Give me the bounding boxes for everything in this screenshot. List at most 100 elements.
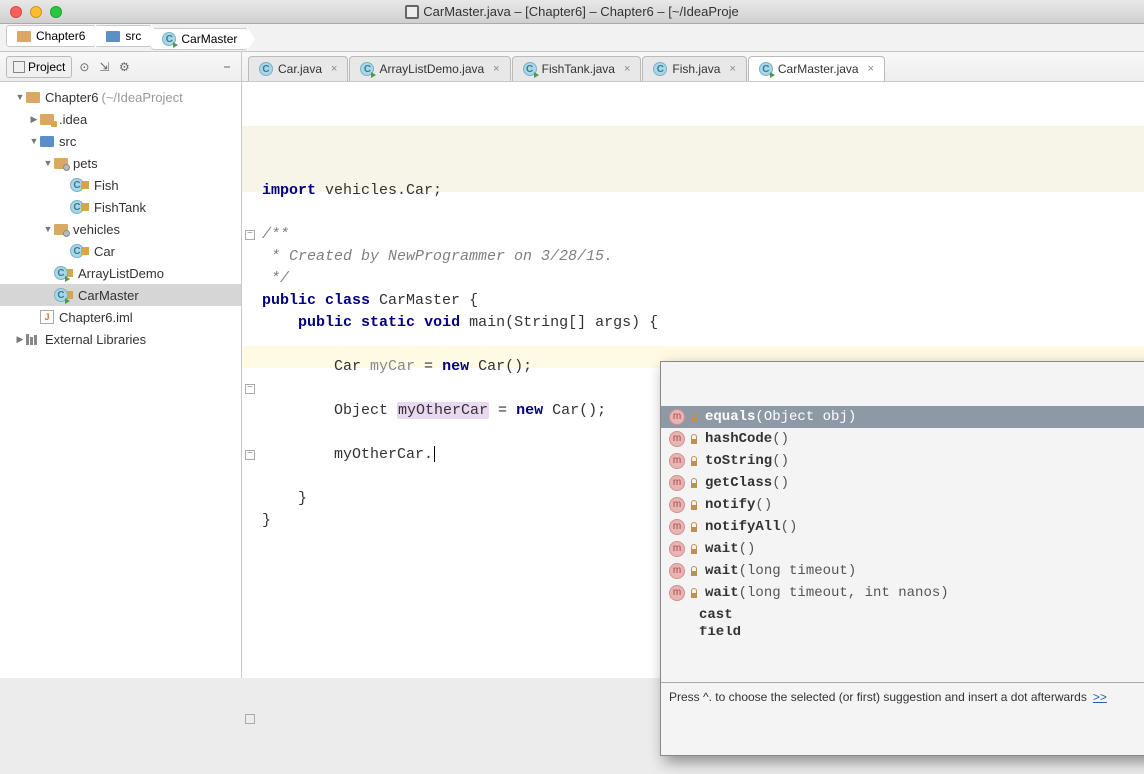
method-signature: wait(long timeout) [705, 560, 856, 582]
autocomplete-item[interactable]: mwait(long timeout, int nanos)void [661, 582, 1144, 604]
project-tab-label: Project [28, 60, 65, 74]
editor-area: C Car.java × C ArrayListDemo.java × C FishTank.… [242, 52, 1144, 678]
class-icon: C [653, 62, 667, 76]
editor-tab[interactable]: CCarMaster.java× [748, 56, 885, 81]
tree-node[interactable]: Chapter6 (~/IdeaProject [0, 86, 241, 108]
tree-node-label: Chapter6.iml [59, 310, 133, 325]
tab-close-icon[interactable]: × [493, 63, 499, 75]
autocomplete-more-link[interactable]: >> [1093, 686, 1107, 708]
minimize-window-button[interactable] [30, 6, 42, 18]
runnable-class-icon: C [54, 266, 68, 280]
package-icon [54, 158, 68, 169]
lock-icon [689, 588, 699, 598]
tree-twisty[interactable] [14, 334, 26, 345]
tree-node-extra: (~/IdeaProject [101, 90, 182, 105]
autocomplete-item[interactable]: fieldmyField = expr; [661, 626, 1144, 638]
code-editor[interactable]: import vehicles.Car; /** * Created by Ne… [242, 82, 1144, 678]
hide-icon[interactable]: ⎯ [219, 59, 235, 75]
project-tool-window: Project ⊙ ⇲ ⚙ ⎯ Chapter6 (~/IdeaProject.… [0, 52, 242, 678]
class-icon: C [759, 62, 773, 76]
tree-twisty[interactable] [28, 114, 40, 125]
close-window-button[interactable] [10, 6, 22, 18]
lock-icon [81, 247, 89, 255]
tree-node[interactable]: C Fish [0, 174, 241, 196]
tree-twisty[interactable] [14, 92, 26, 102]
editor-tab[interactable]: C Car.java × [248, 56, 348, 81]
breadcrumb-bar: Chapter6 src CCarMaster [0, 24, 1144, 52]
lock-icon [81, 181, 89, 189]
tree-node-label: Fish [94, 178, 119, 193]
editor-tab[interactable]: C ArrayListDemo.java × [349, 56, 510, 81]
breadcrumb-item[interactable]: Chapter6 [6, 25, 96, 47]
tree-twisty[interactable] [28, 136, 40, 146]
tree-node-label: External Libraries [45, 332, 146, 347]
tree-node-label: .idea [59, 112, 87, 127]
project-tab[interactable]: Project [6, 56, 72, 78]
tree-node-label: src [59, 134, 76, 149]
tab-label: Fish.java [672, 62, 720, 76]
folder-icon [106, 31, 120, 42]
tree-node[interactable]: C ArrayListDemo [0, 262, 241, 284]
tree-node[interactable]: src [0, 130, 241, 152]
tree-node[interactable]: C CarMaster [0, 284, 241, 306]
method-icon: m [669, 563, 685, 579]
method-signature: wait() [705, 538, 755, 560]
window-controls [0, 6, 62, 18]
tab-close-icon[interactable]: × [868, 63, 874, 75]
tab-label: Car.java [278, 62, 322, 76]
tab-close-icon[interactable]: × [331, 63, 337, 75]
tree-node[interactable]: .idea [0, 108, 241, 130]
breadcrumb-label: src [125, 29, 141, 43]
breadcrumb-item[interactable]: CCarMaster [151, 28, 248, 50]
autocomplete-item[interactable]: cast((SomeType) expr) [661, 604, 1144, 626]
tree-twisty[interactable] [42, 224, 54, 234]
tree-node[interactable]: vehicles [0, 218, 241, 240]
method-signature: field [699, 626, 741, 638]
gutter [242, 92, 258, 774]
folder-icon [26, 92, 40, 103]
class-icon: C [259, 62, 273, 76]
window-title: CarMaster.java – [Chapter6] – Chapter6 –… [0, 4, 1144, 19]
iml-icon: J [40, 310, 54, 324]
tab-close-icon[interactable]: × [729, 63, 735, 75]
tree-node-label: vehicles [73, 222, 120, 237]
fold-end-marker[interactable] [245, 714, 255, 724]
editor-tab[interactable]: C Fish.java × [642, 56, 746, 81]
tab-label: ArrayListDemo.java [379, 62, 484, 76]
tree-twisty[interactable] [42, 158, 54, 168]
autocomplete-item[interactable]: mwait(long timeout)void [661, 560, 1144, 582]
package-icon [54, 224, 68, 235]
tree-node[interactable]: pets [0, 152, 241, 174]
tab-close-icon[interactable]: × [624, 63, 630, 75]
folder-icon [17, 31, 31, 42]
class-icon: C [162, 32, 176, 46]
editor-tab[interactable]: C FishTank.java × [512, 56, 642, 81]
tree-node[interactable]: C Car [0, 240, 241, 262]
tab-label: FishTank.java [542, 62, 615, 76]
autocomplete-item[interactable]: mwait()void [661, 538, 1144, 560]
lock-icon [689, 544, 699, 554]
autocomplete-footer: Press ^. to choose the selected (or firs… [661, 682, 1144, 711]
fold-marker[interactable] [245, 230, 255, 240]
tree-node[interactable]: External Libraries [0, 328, 241, 350]
fold-marker[interactable] [245, 384, 255, 394]
zoom-window-button[interactable] [50, 6, 62, 18]
tree-node-label: ArrayListDemo [78, 266, 164, 281]
library-icon [26, 334, 40, 345]
fold-marker[interactable] [245, 450, 255, 460]
scroll-from-source-icon[interactable]: ⊙ [76, 59, 92, 75]
autocomplete-hint: Press ^. to choose the selected (or firs… [669, 686, 1087, 708]
settings-gear-icon[interactable]: ⚙ [116, 59, 132, 75]
project-tree[interactable]: Chapter6 (~/IdeaProject .idea src pets C Fis… [0, 82, 241, 678]
file-icon [405, 5, 419, 19]
class-icon: C [523, 62, 537, 76]
breadcrumb-item[interactable]: src [95, 25, 152, 47]
tree-node[interactable]: J Chapter6.iml [0, 306, 241, 328]
tree-node-label: pets [73, 156, 98, 171]
class-icon: C [360, 62, 374, 76]
collapse-all-icon[interactable]: ⇲ [96, 59, 112, 75]
tree-node[interactable]: C FishTank [0, 196, 241, 218]
project-tool-header: Project ⊙ ⇲ ⚙ ⎯ [0, 52, 241, 82]
text-cursor [434, 446, 435, 462]
runnable-class-icon: C [54, 288, 68, 302]
